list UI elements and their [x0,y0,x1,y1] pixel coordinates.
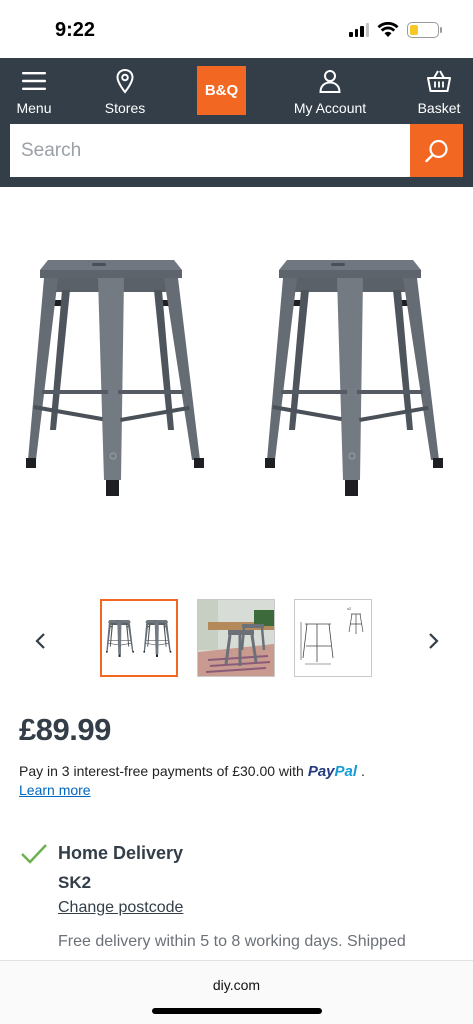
search-input[interactable] [10,124,410,177]
basket-icon [427,70,451,92]
wifi-icon [377,22,399,37]
thumbnail-image [105,619,172,658]
location-pin-icon [116,68,134,94]
chevron-left-icon [35,633,45,649]
browser-url-bar: diy.com [0,960,473,1024]
nav-account-label: My Account [293,100,367,116]
thumbnail-front-view[interactable] [100,599,178,677]
check-icon [21,844,47,864]
nav-stores-label: Stores [104,100,146,116]
nav-basket-button[interactable]: Basket [410,58,468,124]
signal-icon [349,23,369,37]
search-icon [424,139,448,162]
chevron-right-icon [429,633,439,649]
paypal-logo: PayPal [308,763,357,780]
nav-account-button[interactable]: My Account [286,58,374,124]
nav-menu-button[interactable]: Menu [8,58,60,124]
paypal-logo-pay: Pay [307,763,335,780]
learn-more-link[interactable]: Learn more [19,782,91,798]
change-postcode-link[interactable]: Change postcode [58,899,183,917]
delivery-info: Free delivery within 5 to 8 working days… [58,933,406,950]
thumbnail-image: x2 [295,600,371,676]
product-price: £89.99 [19,712,111,747]
search-bar [0,124,473,187]
status-time: 9:22 [55,19,96,41]
delivery-title: Home Delivery [58,843,184,863]
nav-stores-button[interactable]: Stores [96,58,154,124]
search-button[interactable] [410,124,463,177]
user-icon [319,70,341,93]
nav-basket-label: Basket [417,100,461,116]
nav-menu-label: Menu [16,100,52,116]
product-main-image[interactable] [0,230,473,520]
carousel-next-button[interactable] [422,626,446,656]
hamburger-icon [22,72,46,90]
thumbnail-dimensions-view[interactable]: x2 [294,599,372,677]
logo-text: B&Q [204,82,239,99]
paypal-suffix: . [361,763,365,779]
delivery-postcode: SK2 [58,873,92,892]
paypal-text: Pay in 3 interest-free payments of £30.0… [19,763,304,779]
thumbnail-lifestyle-view[interactable] [197,599,275,677]
battery-icon [407,22,442,38]
carousel-prev-button[interactable] [28,626,52,656]
home-indicator[interactable] [152,1008,322,1014]
bq-logo[interactable]: B&Q [197,66,246,115]
status-icons [349,22,442,38]
paypal-info: Pay in 3 interest-free payments of £30.0… [19,763,365,780]
url-text[interactable]: diy.com [0,977,473,993]
status-bar: 9:22 [0,0,473,58]
thumbnail-image [198,600,274,676]
paypal-logo-pal: Pal [334,763,358,780]
